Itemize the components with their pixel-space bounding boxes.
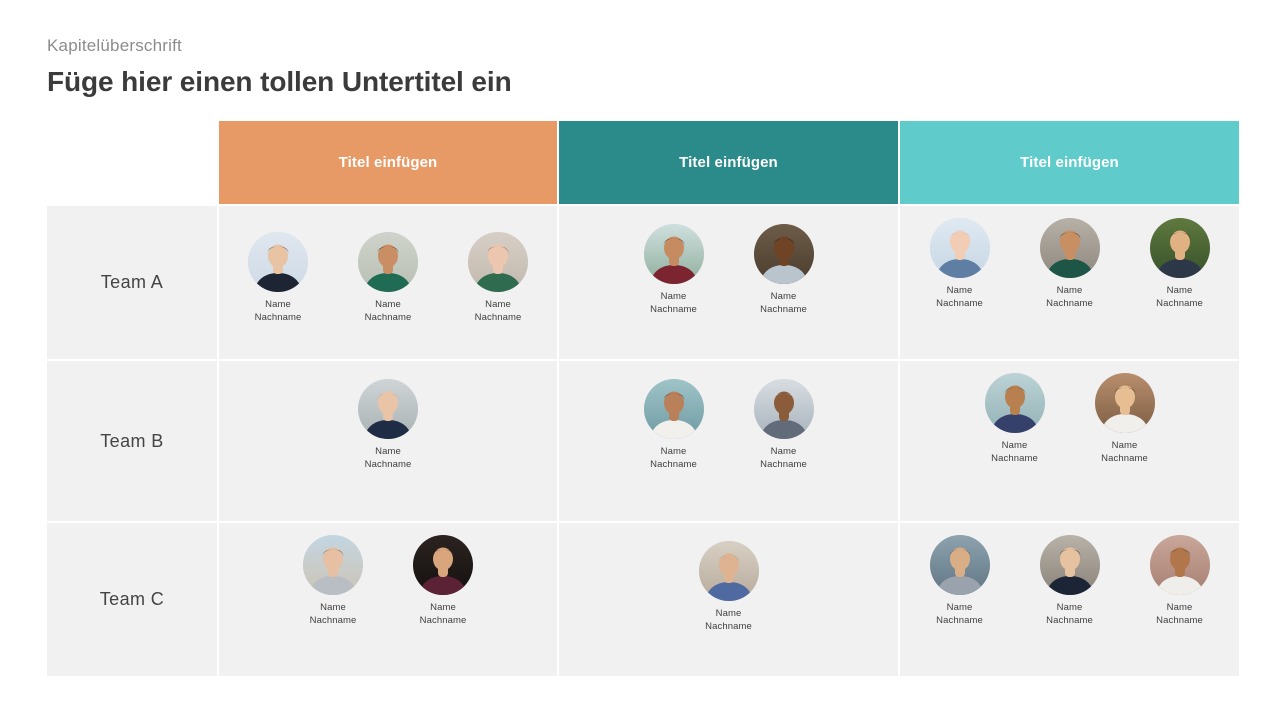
row-label-text: Team C [99, 589, 165, 609]
person-card[interactable]: Name Nachname [626, 379, 722, 472]
person-card[interactable]: Name Nachname [395, 535, 491, 628]
column-header-1[interactable]: Titel einfügen [219, 121, 557, 204]
avatar[interactable] [1039, 535, 1100, 595]
column-header-2[interactable]: Titel einfügen [559, 121, 898, 204]
row-label-text: Team A [100, 272, 164, 292]
column-header-label: Titel einfügen [679, 154, 778, 171]
matrix-cell-r2-c3[interactable]: Name Nachname Name Nachname [900, 361, 1239, 521]
person-card[interactable]: Name Nachname [450, 232, 546, 325]
person-name-label: Name Nachname [705, 608, 752, 632]
person-card[interactable]: Name Nachname [912, 218, 1008, 311]
column-header-3[interactable]: Titel einfügen [900, 121, 1239, 204]
row-label-cell-2[interactable]: Team B [47, 361, 217, 521]
matrix-cell-r3-c3[interactable]: Name Nachname Name Nachname Name Nachname [900, 523, 1239, 676]
person-name-label: Name Nachname [1046, 602, 1093, 626]
column-header-label: Titel einfügen [338, 154, 438, 171]
avatar[interactable] [698, 541, 759, 601]
avatar[interactable] [929, 218, 990, 278]
person-name-label: Name Nachname [991, 440, 1038, 464]
matrix-cell-r2-c2[interactable]: Name Nachname Name Nachname [559, 361, 898, 521]
person-card[interactable]: Name Nachname [1132, 218, 1228, 311]
avatar[interactable] [413, 535, 473, 595]
avatar[interactable] [929, 535, 990, 595]
person-name-label: Name Nachname [364, 446, 412, 470]
chapter-eyebrow-title: Kapitelüberschrift [47, 36, 182, 55]
avatar[interactable] [303, 535, 363, 595]
matrix-cell-r1-c1[interactable]: Name Nachname Name Nachname Name Nachname [219, 206, 557, 359]
matrix-cell-r3-c1[interactable]: Name Nachname Name Nachname [219, 523, 557, 676]
avatar[interactable] [358, 379, 418, 439]
person-name-label: Name Nachname [419, 602, 467, 626]
slide-main-title: Füge hier einen tollen Untertitel ein [47, 66, 512, 98]
slide-header: Kapitelüberschrift Füge hier einen tolle… [47, 36, 1147, 99]
matrix-cell-r1-c2[interactable]: Name Nachname Name Nachname [559, 206, 898, 359]
person-name-label: Name Nachname [760, 446, 807, 470]
person-card[interactable]: Name Nachname [1022, 535, 1118, 628]
person-card[interactable]: Name Nachname [912, 535, 1008, 628]
avatar[interactable] [753, 379, 814, 439]
avatar[interactable] [468, 232, 528, 292]
person-card[interactable]: Name Nachname [285, 535, 381, 628]
person-card[interactable]: Name Nachname [967, 373, 1063, 466]
person-card[interactable]: Name Nachname [340, 379, 436, 472]
avatar[interactable] [1094, 373, 1155, 433]
person-name-label: Name Nachname [1046, 285, 1093, 309]
row-label-cell-3[interactable]: Team C [47, 523, 217, 676]
person-name-label: Name Nachname [1156, 285, 1203, 309]
person-name-label: Name Nachname [650, 446, 697, 470]
person-name-label: Name Nachname [309, 602, 357, 626]
matrix-cell-r2-c1[interactable]: Name Nachname [219, 361, 557, 521]
matrix-cell-r1-c3[interactable]: Name Nachname Name Nachname Name Nachname [900, 206, 1239, 359]
person-card[interactable]: Name Nachname [340, 232, 436, 325]
person-card[interactable]: Name Nachname [1022, 218, 1118, 311]
team-matrix-table: Titel einfügen Titel einfügen Titel einfüg… [47, 121, 1239, 676]
avatar[interactable] [643, 224, 704, 284]
row-label-text: Team B [100, 430, 164, 451]
person-name-label: Name Nachname [1156, 602, 1203, 626]
person-card[interactable]: Name Nachname [1077, 373, 1173, 466]
person-card[interactable]: Name Nachname [1132, 535, 1228, 628]
person-card[interactable]: Name Nachname [626, 224, 722, 317]
matrix-cell-r3-c2[interactable]: Name Nachname [559, 523, 898, 676]
person-name-label: Name Nachname [254, 299, 302, 323]
person-card[interactable]: Name Nachname [230, 232, 326, 325]
avatar[interactable] [643, 379, 704, 439]
avatar[interactable] [1149, 535, 1210, 595]
matrix-corner-spacer [47, 121, 217, 204]
person-name-label: Name Nachname [760, 291, 807, 315]
column-header-label: Titel einfügen [1020, 154, 1119, 171]
person-name-label: Name Nachname [650, 291, 697, 315]
person-name-label: Name Nachname [1101, 440, 1148, 464]
person-card[interactable]: Name Nachname [736, 379, 832, 472]
avatar[interactable] [984, 373, 1045, 433]
person-card[interactable]: Name Nachname [736, 224, 832, 317]
person-name-label: Name Nachname [936, 285, 983, 309]
row-label-cell-1[interactable]: Team A [47, 206, 217, 359]
avatar[interactable] [1149, 218, 1210, 278]
person-card[interactable]: Name Nachname [681, 541, 777, 634]
person-name-label: Name Nachname [474, 299, 522, 323]
person-name-label: Name Nachname [936, 602, 983, 626]
avatar[interactable] [1039, 218, 1100, 278]
person-name-label: Name Nachname [364, 299, 412, 323]
avatar[interactable] [248, 232, 308, 292]
avatar[interactable] [358, 232, 418, 292]
avatar[interactable] [753, 224, 814, 284]
